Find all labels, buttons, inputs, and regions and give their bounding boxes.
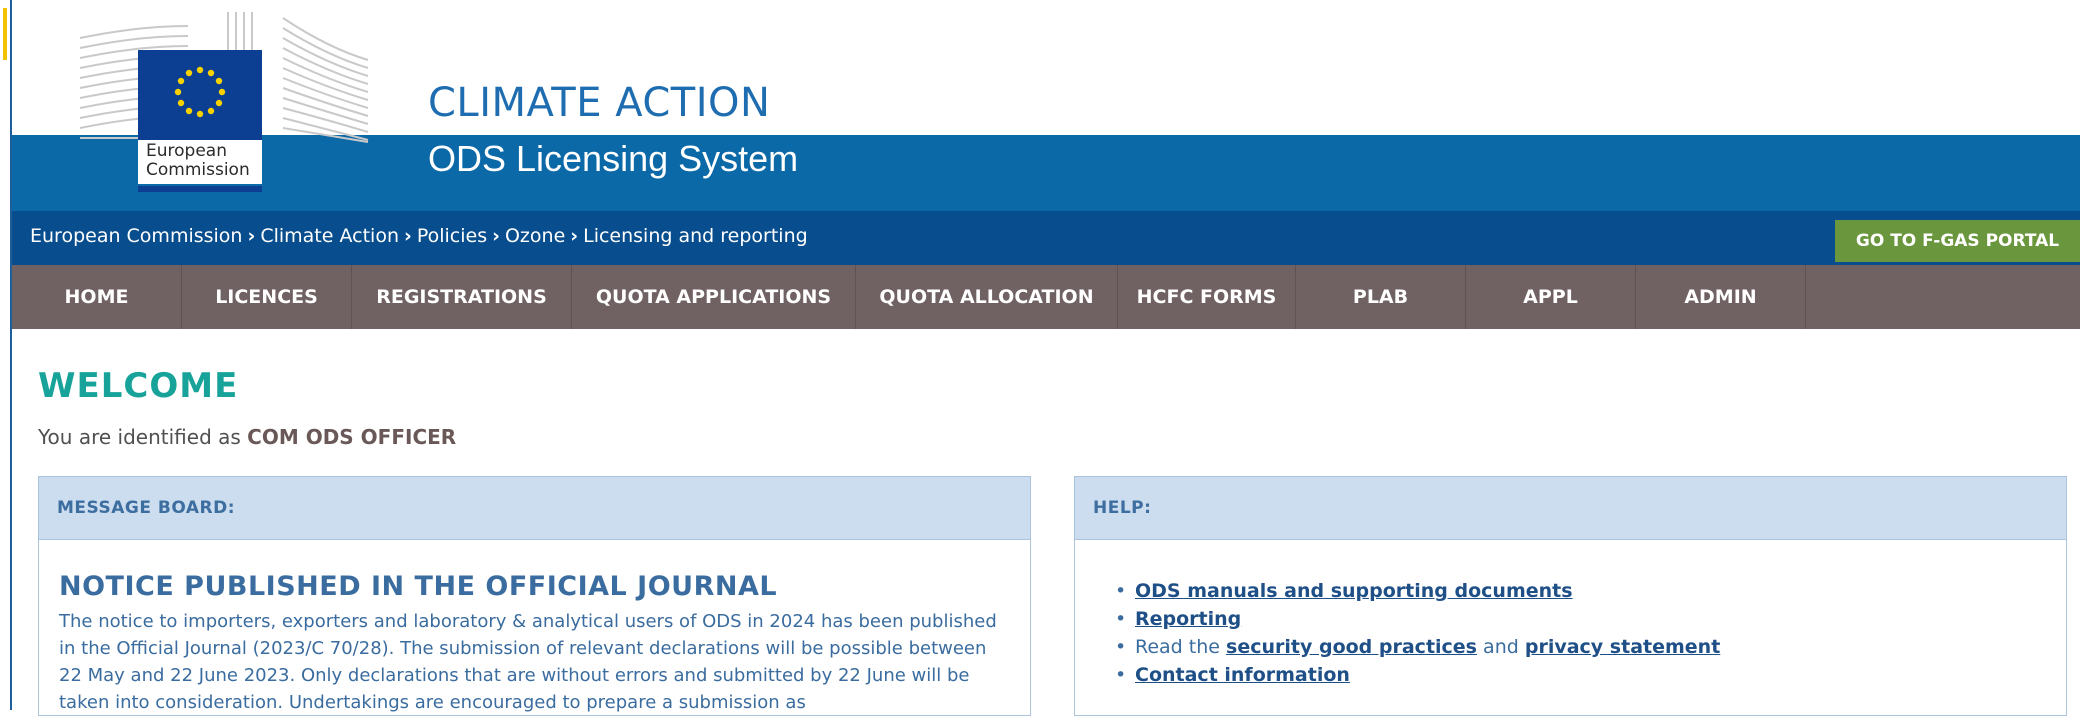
- nav-quota-applications[interactable]: QUOTA APPLICATIONS: [572, 265, 856, 329]
- list-item: Read the security good practices and pri…: [1115, 633, 1720, 661]
- help-heading: HELP:: [1075, 477, 2066, 540]
- user-role: COM ODS OFFICER: [247, 425, 457, 449]
- message-board-panel: MESSAGE BOARD: NOTICE PUBLISHED IN THE O…: [38, 476, 1031, 716]
- nav-hcfc-forms[interactable]: HCFC FORMS: [1118, 265, 1296, 329]
- logo-caption-line2: Commission: [146, 160, 250, 180]
- logo-caption-line1: European: [146, 141, 227, 161]
- help-panel: HELP: ODS manuals and supporting documen…: [1074, 476, 2067, 716]
- help-list: ODS manuals and supporting documents Rep…: [1115, 577, 1720, 689]
- nav-licences[interactable]: LICENCES: [182, 265, 352, 329]
- nav-admin[interactable]: ADMIN: [1636, 265, 1806, 329]
- message-board-heading: MESSAGE BOARD:: [39, 477, 1030, 540]
- site-title[interactable]: CLIMATE ACTION: [428, 80, 770, 126]
- identity-line: You are identified as COM ODS OFFICER: [38, 425, 456, 449]
- chevron-right-icon: ›: [492, 225, 500, 247]
- site-subtitle: ODS Licensing System: [428, 138, 799, 179]
- page-title: WELCOME: [38, 366, 239, 406]
- reporting-link[interactable]: Reporting: [1135, 608, 1241, 630]
- breadcrumb-policies[interactable]: Policies: [417, 225, 487, 247]
- contact-information-link[interactable]: Contact information: [1135, 664, 1350, 686]
- nav-home[interactable]: HOME: [12, 265, 182, 329]
- nav-plab[interactable]: PLAB: [1296, 265, 1466, 329]
- european-commission-logo[interactable]: European Commission: [78, 8, 378, 192]
- and-text: and: [1483, 636, 1519, 658]
- breadcrumb-bar: European Commission › Climate Action › P…: [12, 211, 2080, 265]
- breadcrumb: European Commission › Climate Action › P…: [30, 225, 808, 247]
- nav-registrations[interactable]: REGISTRATIONS: [352, 265, 572, 329]
- breadcrumb-climate-action[interactable]: Climate Action: [260, 225, 399, 247]
- focus-indicator: [3, 8, 7, 60]
- chevron-right-icon: ›: [247, 225, 256, 247]
- manuals-link[interactable]: ODS manuals and supporting documents: [1135, 580, 1573, 602]
- breadcrumb-european-commission[interactable]: European Commission: [30, 225, 242, 247]
- read-the-text: Read the: [1135, 636, 1220, 658]
- privacy-statement-link[interactable]: privacy statement: [1525, 636, 1720, 658]
- logo-caption: European Commission: [138, 140, 262, 184]
- security-practices-link[interactable]: security good practices: [1226, 636, 1477, 658]
- identity-prefix: You are identified as: [38, 425, 241, 449]
- notice-title: NOTICE PUBLISHED IN THE OFFICIAL JOURNAL: [59, 571, 778, 602]
- fgas-portal-button[interactable]: GO TO F-GAS PORTAL: [1835, 220, 2080, 262]
- notice-body: The notice to importers, exporters and l…: [59, 611, 997, 713]
- breadcrumb-licensing-reporting[interactable]: Licensing and reporting: [583, 225, 808, 247]
- chevron-right-icon: ›: [404, 225, 412, 247]
- nav-appl[interactable]: APPL: [1466, 265, 1636, 329]
- main-nav: HOME LICENCES REGISTRATIONS QUOTA APPLIC…: [12, 265, 2080, 329]
- list-item: ODS manuals and supporting documents: [1115, 577, 1720, 605]
- nav-quota-allocation[interactable]: QUOTA ALLOCATION: [856, 265, 1118, 329]
- chevron-right-icon: ›: [570, 225, 579, 247]
- breadcrumb-ozone[interactable]: Ozone: [505, 225, 565, 247]
- list-item: Contact information: [1115, 661, 1720, 689]
- list-item: Reporting: [1115, 605, 1720, 633]
